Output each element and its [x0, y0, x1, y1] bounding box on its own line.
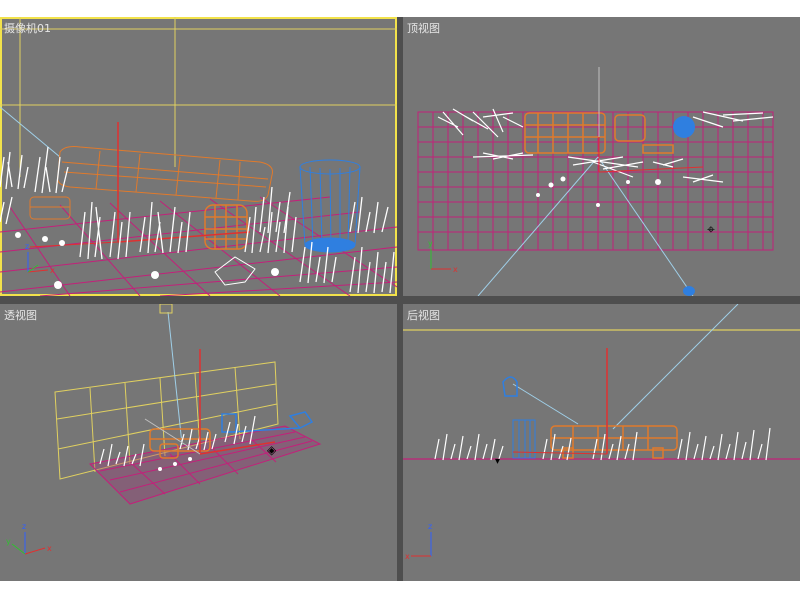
bin-top-view [673, 116, 695, 138]
axis-tripod-persp: z x y [6, 522, 52, 555]
camera-cone-lines [477, 156, 694, 296]
viewport-label-perspective[interactable]: 透视图 [4, 307, 37, 323]
back-viewport-scene: ▾ z x [403, 304, 800, 561]
viewport-label-back[interactable]: 后视图 [407, 307, 440, 323]
trash-bin-wireframe [299, 159, 361, 253]
viewport-camera01[interactable]: 摄像机01 z x [0, 17, 397, 296]
grass-clumps [0, 146, 395, 294]
camera-target-line [0, 106, 61, 158]
svg-text:z: z [22, 522, 26, 531]
viewport-back[interactable]: 后视图 ▾ z x [403, 304, 800, 581]
camera-icon-back [502, 376, 518, 397]
svg-text:x: x [50, 266, 55, 275]
viewport-label-top[interactable]: 顶视图 [407, 20, 440, 36]
svg-text:x: x [453, 265, 458, 274]
camera-lines-back [512, 304, 739, 430]
svg-text:y: y [6, 537, 11, 546]
long-bench-wireframe [57, 146, 273, 202]
grass-back [434, 427, 771, 461]
svg-text:z: z [25, 242, 29, 251]
small-bench-wireframe [204, 204, 248, 250]
camera-line-persp [167, 311, 183, 445]
svg-text:y: y [428, 239, 433, 248]
bench-end-left [29, 196, 71, 220]
axis-tripod-back: z x [405, 522, 432, 561]
perspective-viewport-scene: ◈ z x y [6, 304, 322, 555]
target-icon-top: ⌖ [707, 222, 715, 238]
target-icon-persp: ◈ [267, 443, 277, 457]
axis-tripod-top: y x [428, 239, 458, 274]
viewport-label-camera01[interactable]: 摄像机01 [4, 20, 51, 36]
viewport-top[interactable]: 顶视图 ⌖ y x [403, 17, 800, 296]
camera-icon-persp [159, 304, 173, 314]
horizontal-viewport-splitter[interactable] [0, 296, 800, 304]
svg-text:x: x [47, 544, 52, 553]
svg-text:x: x [405, 552, 410, 561]
top-viewport-scene: ⌖ y x [417, 67, 774, 296]
target-icon-back: ▾ [495, 456, 500, 467]
camera-viewport-scene: z x [0, 17, 397, 296]
axis-tripod-camera: z x [25, 242, 55, 275]
camera-icon-top [683, 286, 695, 296]
svg-text:z: z [428, 522, 432, 531]
viewport-perspective[interactable]: 透视图 ◈ z x y [0, 304, 397, 581]
